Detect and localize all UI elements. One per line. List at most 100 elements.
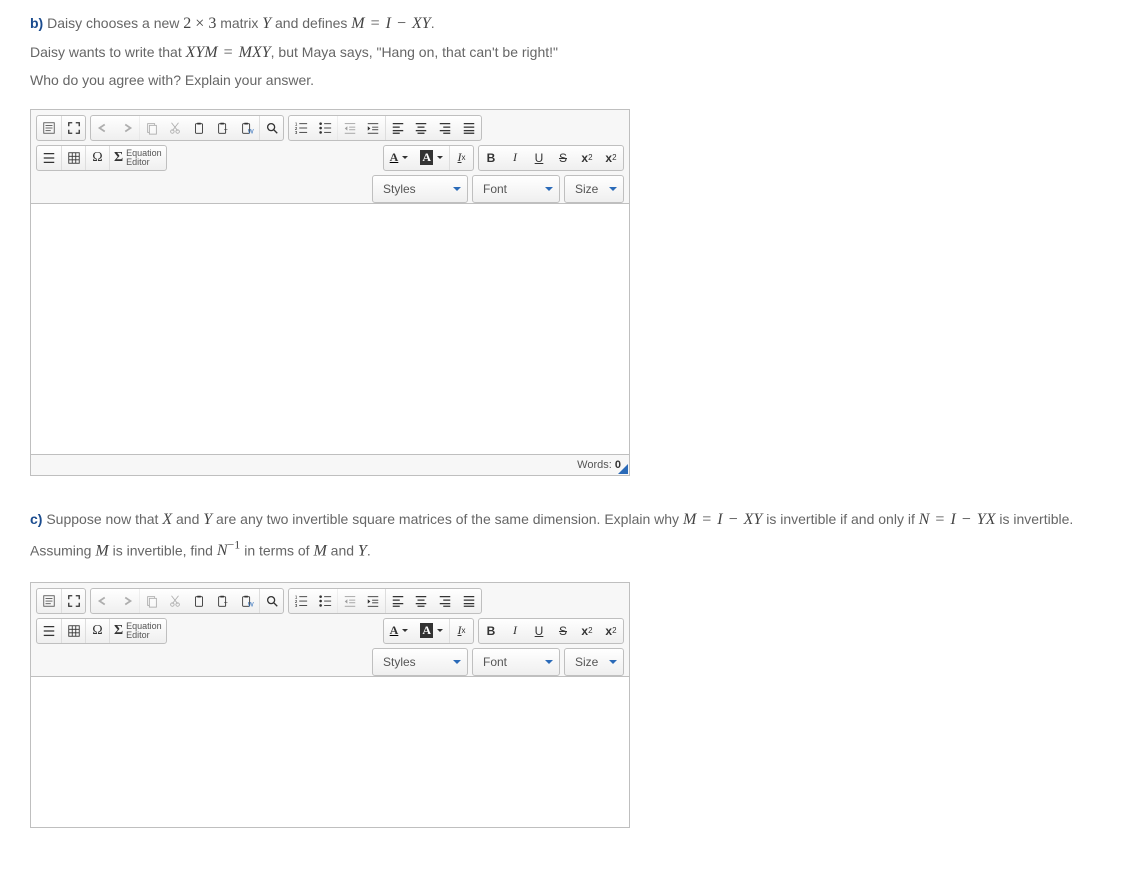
paste-word-button[interactable]: W: [235, 116, 259, 140]
table-button[interactable]: [61, 619, 85, 643]
rich-text-editor-b: T W 123 Ω Σ Eq: [30, 109, 630, 476]
special-char-button[interactable]: Ω: [85, 619, 109, 643]
superscript-button[interactable]: x2: [599, 146, 623, 170]
paste-text-button[interactable]: T: [211, 116, 235, 140]
maximize-button[interactable]: [61, 116, 85, 140]
math-eq2: XYM = MXY: [186, 44, 271, 61]
strike-button[interactable]: S: [551, 146, 575, 170]
text: Daisy chooses a new: [43, 15, 183, 31]
editor-body[interactable]: [31, 203, 629, 454]
align-justify-button[interactable]: [457, 589, 481, 613]
words-label: Words:: [577, 459, 615, 471]
svg-text:3: 3: [295, 130, 298, 135]
maximize-button[interactable]: [61, 589, 85, 613]
font-combo[interactable]: Font: [472, 175, 560, 203]
equation-editor-button[interactable]: Σ EquationEditor: [109, 619, 166, 643]
bullet-list-button[interactable]: [313, 589, 337, 613]
text: Suppose now that: [42, 511, 162, 527]
question-c: c) Suppose now that X and Y are any two …: [30, 506, 1118, 828]
paste-text-button[interactable]: T: [211, 589, 235, 613]
cut-button[interactable]: [163, 589, 187, 613]
underline-button[interactable]: U: [527, 619, 551, 643]
subscript-button[interactable]: x2: [575, 146, 599, 170]
text: , but Maya says, "Hang on, that can't be…: [271, 44, 558, 60]
line-height-button[interactable]: [37, 619, 61, 643]
text-color-button[interactable]: A: [384, 146, 415, 170]
resize-handle[interactable]: [618, 464, 628, 474]
equation-editor-button[interactable]: Σ EquationEditor: [109, 146, 166, 170]
bold-button[interactable]: B: [479, 146, 503, 170]
toolbar-row-1: T W 123: [31, 110, 629, 141]
italic-button[interactable]: I: [503, 619, 527, 643]
toolbar-row-2: Ω Σ EquationEditor A A Ix B I U S x2: [31, 141, 629, 171]
text: .: [367, 542, 371, 558]
undo-button[interactable]: [91, 116, 115, 140]
size-combo[interactable]: Size: [564, 648, 624, 676]
find-button[interactable]: [259, 116, 283, 140]
text: and: [327, 542, 358, 558]
table-button[interactable]: [61, 146, 85, 170]
font-combo[interactable]: Font: [472, 648, 560, 676]
indent-button[interactable]: [361, 116, 385, 140]
question-b: b) Daisy chooses a new 2 × 3 matrix Y an…: [30, 10, 1118, 476]
align-center-button[interactable]: [409, 589, 433, 613]
toolbar-row-3: Styles Font Size: [31, 644, 629, 676]
subscript-button[interactable]: x2: [575, 619, 599, 643]
text-color-button[interactable]: A: [384, 619, 415, 643]
paste-word-button[interactable]: W: [235, 589, 259, 613]
math-eq1: M = I − XY: [351, 15, 430, 32]
outdent-button[interactable]: [337, 116, 361, 140]
bg-color-button[interactable]: A: [414, 619, 449, 643]
redo-button[interactable]: [115, 589, 139, 613]
math-M-eq: M = I − XY: [683, 511, 762, 528]
find-button[interactable]: [259, 589, 283, 613]
align-left-button[interactable]: [385, 116, 409, 140]
special-char-button[interactable]: Ω: [85, 146, 109, 170]
numbered-list-button[interactable]: 123: [289, 116, 313, 140]
math-Y: Y: [203, 511, 212, 528]
align-left-button[interactable]: [385, 589, 409, 613]
text: Daisy wants to write that: [30, 44, 186, 60]
bg-color-button[interactable]: A: [414, 146, 449, 170]
styles-combo[interactable]: Styles: [372, 175, 468, 203]
part-label-b: b): [30, 15, 43, 31]
remove-format-button[interactable]: Ix: [449, 619, 473, 643]
source-button[interactable]: [37, 589, 61, 613]
remove-format-button[interactable]: Ix: [449, 146, 473, 170]
text: are any two invertible square matrices o…: [212, 511, 683, 527]
text: and: [172, 511, 203, 527]
strike-button[interactable]: S: [551, 619, 575, 643]
editor-body[interactable]: [31, 676, 629, 827]
line-height-button[interactable]: [37, 146, 61, 170]
math-Y2: Y: [358, 542, 367, 559]
size-combo[interactable]: Size: [564, 175, 624, 203]
outdent-button[interactable]: [337, 589, 361, 613]
question-b-prompt: b) Daisy chooses a new 2 × 3 matrix Y an…: [30, 10, 1118, 93]
align-right-button[interactable]: [433, 116, 457, 140]
styles-combo[interactable]: Styles: [372, 648, 468, 676]
indent-button[interactable]: [361, 589, 385, 613]
align-justify-button[interactable]: [457, 116, 481, 140]
align-right-button[interactable]: [433, 589, 457, 613]
undo-button[interactable]: [91, 589, 115, 613]
underline-button[interactable]: U: [527, 146, 551, 170]
numbered-list-button[interactable]: 123: [289, 589, 313, 613]
bullet-list-button[interactable]: [313, 116, 337, 140]
text: in terms of: [240, 542, 313, 558]
superscript-button[interactable]: x2: [599, 619, 623, 643]
copy-button[interactable]: [139, 116, 163, 140]
copy-button[interactable]: [139, 589, 163, 613]
source-button[interactable]: [37, 116, 61, 140]
italic-button[interactable]: I: [503, 146, 527, 170]
align-center-button[interactable]: [409, 116, 433, 140]
paste-button[interactable]: [187, 589, 211, 613]
svg-text:T: T: [224, 128, 228, 135]
rich-text-editor-c: T W 123 Ω Σ Eq: [30, 582, 630, 828]
bold-button[interactable]: B: [479, 619, 503, 643]
svg-text:W: W: [248, 128, 254, 135]
cut-button[interactable]: [163, 116, 187, 140]
redo-button[interactable]: [115, 116, 139, 140]
part-label-c: c): [30, 511, 42, 527]
paste-button[interactable]: [187, 116, 211, 140]
math-N-eq: N = I − YX: [919, 511, 996, 528]
